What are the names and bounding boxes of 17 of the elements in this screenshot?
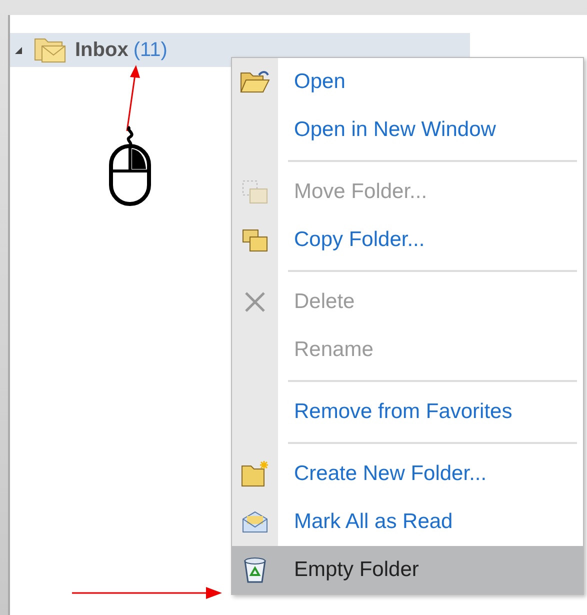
unread-count: (11) (133, 38, 168, 62)
envelope-icon (241, 510, 269, 534)
menu-item[interactable]: Create New Folder... (232, 450, 583, 498)
close-icon (244, 291, 266, 313)
menu-item[interactable]: Mark All as Read (232, 498, 583, 546)
menu-item[interactable]: Copy Folder... (232, 216, 583, 264)
trash-can-icon (242, 556, 268, 584)
folders-icon (241, 227, 269, 253)
folders-icon (241, 179, 269, 205)
new-folder-icon (240, 460, 270, 488)
menu-item[interactable]: Open in New Window (232, 106, 583, 154)
menu-item[interactable]: Remove from Favorites (232, 388, 583, 436)
expand-arrow-icon[interactable] (14, 46, 23, 54)
menu-item[interactable]: Empty Folder (232, 546, 583, 594)
mail-folder-icon (33, 36, 67, 64)
folder-name: Inbox (75, 38, 128, 62)
open-folder-icon (239, 69, 271, 95)
